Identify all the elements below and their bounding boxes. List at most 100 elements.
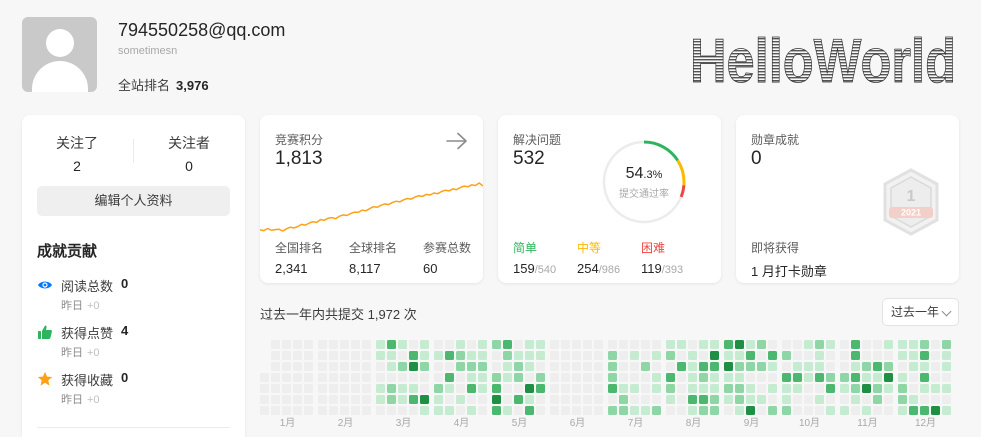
heatmap-cell[interactable] (641, 395, 650, 404)
heatmap-cell[interactable] (710, 351, 719, 360)
heatmap-cell[interactable] (525, 340, 534, 349)
heatmap-cell[interactable] (699, 373, 708, 382)
heatmap-cell[interactable] (514, 351, 523, 360)
heatmap-cell[interactable] (492, 373, 501, 382)
heatmap-cell[interactable] (420, 362, 429, 371)
heatmap-cell[interactable] (478, 384, 487, 393)
heatmap-cell[interactable] (619, 395, 628, 404)
heatmap-cell[interactable] (931, 373, 940, 382)
heatmap-cell[interactable] (398, 384, 407, 393)
heatmap-cell[interactable] (329, 362, 338, 371)
heatmap-cell[interactable] (503, 373, 512, 382)
heatmap-cell[interactable] (445, 340, 454, 349)
heatmap-cell[interactable] (840, 340, 849, 349)
heatmap-cell[interactable] (550, 406, 559, 415)
heatmap-cell[interactable] (815, 373, 824, 382)
heatmap-cell[interactable] (536, 340, 545, 349)
heatmap-cell[interactable] (362, 384, 371, 393)
heatmap-cell[interactable] (318, 362, 327, 371)
heatmap-cell[interactable] (282, 406, 291, 415)
heatmap-cell[interactable] (804, 373, 813, 382)
heatmap-cell[interactable] (920, 340, 929, 349)
heatmap-cell[interactable] (608, 351, 617, 360)
heatmap-cell[interactable] (434, 395, 443, 404)
heatmap-cell[interactable] (398, 373, 407, 382)
heatmap-cell[interactable] (677, 384, 686, 393)
heatmap-cell[interactable] (840, 384, 849, 393)
heatmap-cell[interactable] (851, 362, 860, 371)
heatmap-cell[interactable] (282, 395, 291, 404)
heatmap-cell[interactable] (826, 362, 835, 371)
heatmap-cell[interactable] (594, 406, 603, 415)
heatmap-cell[interactable] (699, 384, 708, 393)
heatmap-cell[interactable] (525, 362, 534, 371)
heatmap-cell[interactable] (898, 351, 907, 360)
heatmap-cell[interactable] (550, 395, 559, 404)
heatmap-cell[interactable] (608, 384, 617, 393)
heatmap-cell[interactable] (873, 384, 882, 393)
heatmap-cell[interactable] (492, 351, 501, 360)
heatmap-cell[interactable] (550, 351, 559, 360)
heatmap-cell[interactable] (746, 362, 755, 371)
heatmap-cell[interactable] (884, 395, 893, 404)
heatmap-cell[interactable] (909, 351, 918, 360)
heatmap-cell[interactable] (826, 340, 835, 349)
heatmap-cell[interactable] (688, 362, 697, 371)
heatmap-cell[interactable] (909, 395, 918, 404)
heatmap-cell[interactable] (376, 384, 385, 393)
heatmap-cell[interactable] (434, 340, 443, 349)
heatmap-cell[interactable] (304, 362, 313, 371)
heatmap-cell[interactable] (768, 340, 777, 349)
heatmap-cell[interactable] (340, 340, 349, 349)
heatmap-cell[interactable] (503, 351, 512, 360)
heatmap-cell[interactable] (909, 373, 918, 382)
heatmap-cell[interactable] (420, 406, 429, 415)
heatmap-cell[interactable] (920, 362, 929, 371)
heatmap-cell[interactable] (456, 384, 465, 393)
heatmap-cell[interactable] (898, 373, 907, 382)
heatmap-cell[interactable] (710, 406, 719, 415)
heatmap-cell[interactable] (666, 395, 675, 404)
heatmap-cell[interactable] (862, 384, 871, 393)
heatmap-cell[interactable] (804, 406, 813, 415)
heatmap-cell[interactable] (724, 384, 733, 393)
heatmap-cell[interactable] (271, 406, 280, 415)
heatmap-cell[interactable] (815, 362, 824, 371)
heatmap-cell[interactable] (710, 384, 719, 393)
heatmap-cell[interactable] (387, 384, 396, 393)
heatmap-cell[interactable] (467, 384, 476, 393)
heatmap-cell[interactable] (536, 384, 545, 393)
heatmap-cell[interactable] (561, 406, 570, 415)
heatmap-cell[interactable] (351, 362, 360, 371)
heatmap-cell[interactable] (525, 351, 534, 360)
heatmap-cell[interactable] (710, 362, 719, 371)
heatmap-cell[interactable] (782, 362, 791, 371)
heatmap-cell[interactable] (840, 395, 849, 404)
heatmap-cell[interactable] (329, 384, 338, 393)
heatmap-cell[interactable] (514, 395, 523, 404)
heatmap-cell[interactable] (942, 362, 951, 371)
heatmap-cell[interactable] (862, 340, 871, 349)
problems-solved-card[interactable]: 解决问题 532 54.3% 提交通过率 简单 159/540 中等 254/9… (498, 115, 721, 283)
heatmap-cell[interactable] (329, 373, 338, 382)
heatmap-cell[interactable] (467, 351, 476, 360)
heatmap-cell[interactable] (561, 373, 570, 382)
heatmap-cell[interactable] (909, 362, 918, 371)
heatmap-cell[interactable] (815, 351, 824, 360)
heatmap-cell[interactable] (873, 373, 882, 382)
heatmap-cell[interactable] (710, 373, 719, 382)
heatmap-cell[interactable] (456, 395, 465, 404)
heatmap-cell[interactable] (376, 351, 385, 360)
heatmap-cell[interactable] (862, 362, 871, 371)
heatmap-cell[interactable] (434, 406, 443, 415)
heatmap-cell[interactable] (757, 384, 766, 393)
heatmap-cell[interactable] (757, 362, 766, 371)
heatmap-cell[interactable] (304, 395, 313, 404)
heatmap-cell[interactable] (768, 351, 777, 360)
heatmap-cell[interactable] (409, 395, 418, 404)
heatmap-cell[interactable] (724, 406, 733, 415)
heatmap-cell[interactable] (376, 362, 385, 371)
heatmap-cell[interactable] (362, 373, 371, 382)
heatmap-cell[interactable] (318, 395, 327, 404)
heatmap-cell[interactable] (572, 351, 581, 360)
